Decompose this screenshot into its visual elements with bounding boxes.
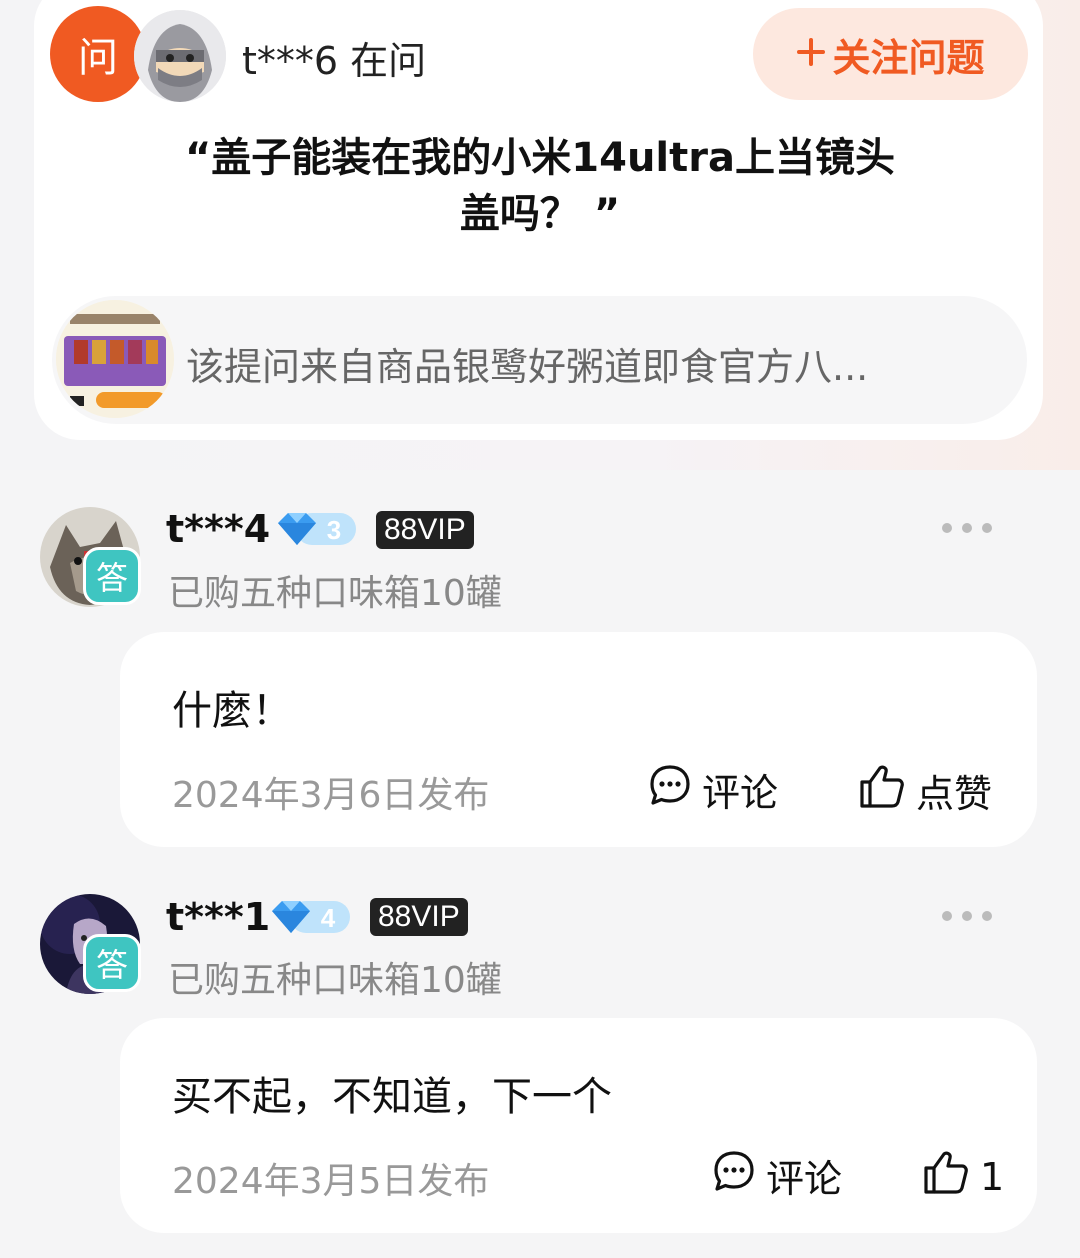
comment-label: 评论 [702, 771, 779, 815]
level-number: 3 [327, 515, 341, 545]
thumbs-up-icon [858, 762, 906, 819]
answer-badge: 答 [83, 934, 141, 992]
answer-date: 2024年3月5日发布 [172, 1161, 490, 1202]
question-title-line1: “盖子能装在我的小米14ultra上当镜头 [185, 135, 895, 181]
asker-name: t***6 在问 [242, 39, 427, 83]
answerer-name[interactable]: t***4 [166, 507, 270, 551]
question-source-text: 该提问来自商品银鹭好粥道即食官方八... [186, 345, 869, 389]
vip-badge: 88VIP [370, 898, 468, 936]
level-badge: 4 [270, 897, 352, 937]
like-count: 1 [980, 1154, 1005, 1199]
comment-label: 评论 [766, 1157, 843, 1201]
follow-question-label: 关注问题 [832, 35, 985, 80]
answer-text: 什麼！ [172, 688, 292, 734]
comment-icon [648, 763, 692, 816]
answer-card: 什麼！ 2024年3月6日发布 评论 点赞 [120, 632, 1037, 847]
answer-date: 2024年3月6日发布 [172, 775, 490, 816]
comment-button[interactable]: 评论 [712, 1148, 842, 1203]
asker-avatar[interactable] [134, 10, 226, 102]
answer-text: 买不起，不知道，下一个 [172, 1074, 612, 1120]
purchase-info: 已购五种口味箱10罐 [168, 960, 502, 1001]
answer-card: 买不起，不知道，下一个 2024年3月5日发布 评论 1 [120, 1018, 1037, 1233]
like-button[interactable]: 1 [922, 1148, 1004, 1205]
question-badge: 问 [50, 6, 146, 102]
thumbs-up-icon [922, 1148, 970, 1205]
comment-button[interactable]: 评论 [648, 762, 778, 817]
purchase-info: 已购五种口味箱10罐 [168, 573, 502, 614]
comment-icon [712, 1149, 756, 1202]
like-label: 点赞 [916, 772, 993, 816]
more-options-icon[interactable] [942, 520, 992, 536]
follow-question-button[interactable]: 关注问题 [753, 8, 1028, 100]
vip-badge: 88VIP [376, 511, 474, 549]
plus-icon [796, 32, 826, 76]
level-number: 4 [321, 903, 336, 933]
product-thumbnail[interactable] [56, 300, 174, 418]
like-button[interactable]: 点赞 [858, 762, 992, 819]
question-title-line2: 盖吗？ ” [459, 191, 621, 237]
answer-badge: 答 [83, 547, 141, 605]
answerer-name[interactable]: t***1 [166, 895, 270, 939]
level-badge: 3 [276, 509, 358, 549]
question-title: “盖子能装在我的小米14ultra上当镜头 盖吗？ ” [140, 130, 940, 242]
more-options-icon[interactable] [942, 908, 992, 924]
